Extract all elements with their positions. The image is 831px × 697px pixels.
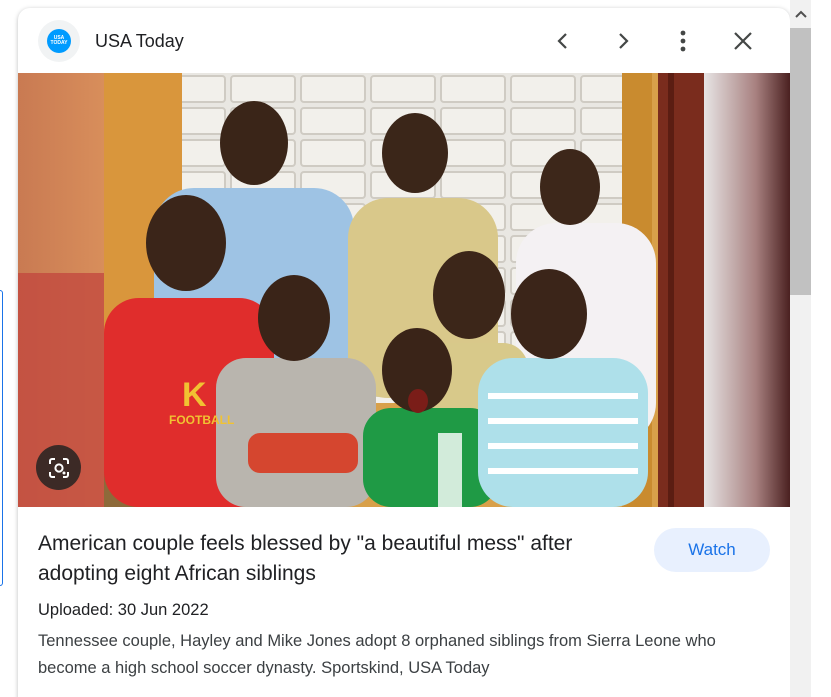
shirt-letter: K	[182, 376, 207, 414]
panel-header: USA TODAY USA Today	[18, 8, 790, 73]
logo-text-line2: TODAY	[50, 40, 68, 46]
vertical-scrollbar[interactable]	[790, 0, 811, 697]
scrollbar-thumb[interactable]	[790, 28, 811, 295]
close-icon	[734, 32, 752, 50]
image-preview-panel: USA TODAY USA Today K FOOTBALL American …	[18, 8, 790, 697]
more-options-button[interactable]	[666, 24, 700, 58]
thumbnail-image: K FOOTBALL	[18, 73, 790, 507]
chevron-left-icon	[557, 33, 567, 49]
google-lens-button[interactable]	[36, 445, 81, 490]
next-button[interactable]	[606, 24, 640, 58]
shirt-word: FOOTBALL	[169, 413, 234, 427]
usa-today-logo: USA TODAY	[47, 29, 71, 53]
google-lens-icon	[48, 457, 69, 478]
previous-button[interactable]	[546, 24, 580, 58]
left-side-panel-edge	[0, 290, 3, 586]
scroll-up-button[interactable]	[790, 0, 811, 28]
watch-button[interactable]: Watch	[654, 528, 770, 572]
article-title[interactable]: American couple feels blessed by "a beau…	[38, 529, 638, 589]
upload-date: Uploaded: 30 Jun 2022	[38, 601, 209, 619]
source-name[interactable]: USA Today	[95, 31, 184, 52]
more-vert-icon	[680, 30, 686, 52]
chevron-up-icon	[794, 10, 807, 18]
chevron-right-icon	[619, 33, 629, 49]
close-button[interactable]	[726, 24, 760, 58]
video-thumbnail[interactable]: K FOOTBALL	[18, 73, 790, 507]
source-favicon[interactable]: USA TODAY	[38, 20, 80, 62]
article-description: Tennessee couple, Hayley and Mike Jones …	[38, 632, 716, 677]
